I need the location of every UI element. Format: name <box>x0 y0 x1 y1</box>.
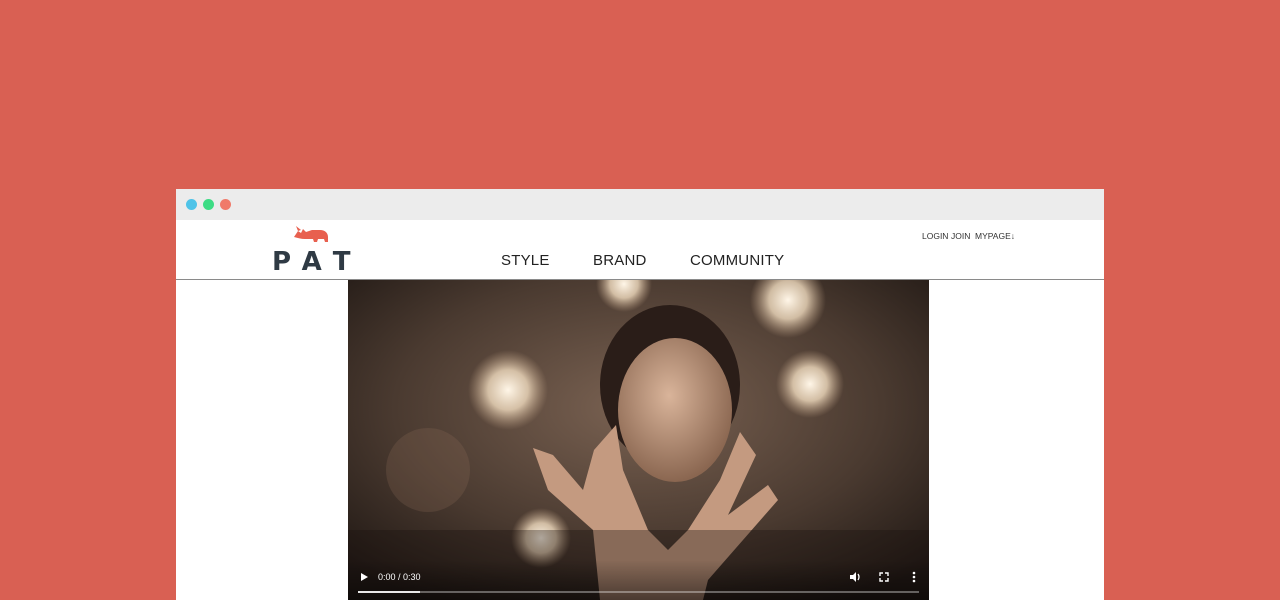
join-link[interactable]: JOIN <box>951 231 970 241</box>
volume-icon[interactable] <box>847 569 863 585</box>
video-controls: 0:00 / 0:30 <box>348 560 929 600</box>
site-logo[interactable]: PAT <box>272 225 364 277</box>
close-window-dot[interactable] <box>186 199 197 210</box>
video-progress-fill <box>358 591 420 593</box>
login-link[interactable]: LOGIN <box>922 231 948 241</box>
nav-brand[interactable]: BRAND <box>593 252 647 269</box>
nav-style[interactable]: STYLE <box>501 252 550 269</box>
fullscreen-icon[interactable] <box>876 569 892 585</box>
video-frame <box>348 280 929 600</box>
video-player[interactable]: 0:00 / 0:30 <box>348 280 929 600</box>
minimize-window-dot[interactable] <box>203 199 214 210</box>
window-titlebar <box>176 189 1104 220</box>
video-time: 0:00 / 0:30 <box>378 572 421 582</box>
rhino-icon <box>294 226 328 242</box>
mypage-link[interactable]: MYPAGE↓ <box>975 231 1015 241</box>
nav-community[interactable]: COMMUNITY <box>690 252 784 269</box>
maximize-window-dot[interactable] <box>220 199 231 210</box>
site-header: PAT STYLE BRAND COMMUNITY LOGIN JOIN MYP… <box>176 220 1104 280</box>
play-icon[interactable] <box>356 569 372 585</box>
video-progress-bar[interactable] <box>358 591 919 593</box>
logo-wordmark: PAT <box>272 247 364 277</box>
more-vertical-icon[interactable] <box>906 569 922 585</box>
browser-window: PAT STYLE BRAND COMMUNITY LOGIN JOIN MYP… <box>176 189 1104 600</box>
